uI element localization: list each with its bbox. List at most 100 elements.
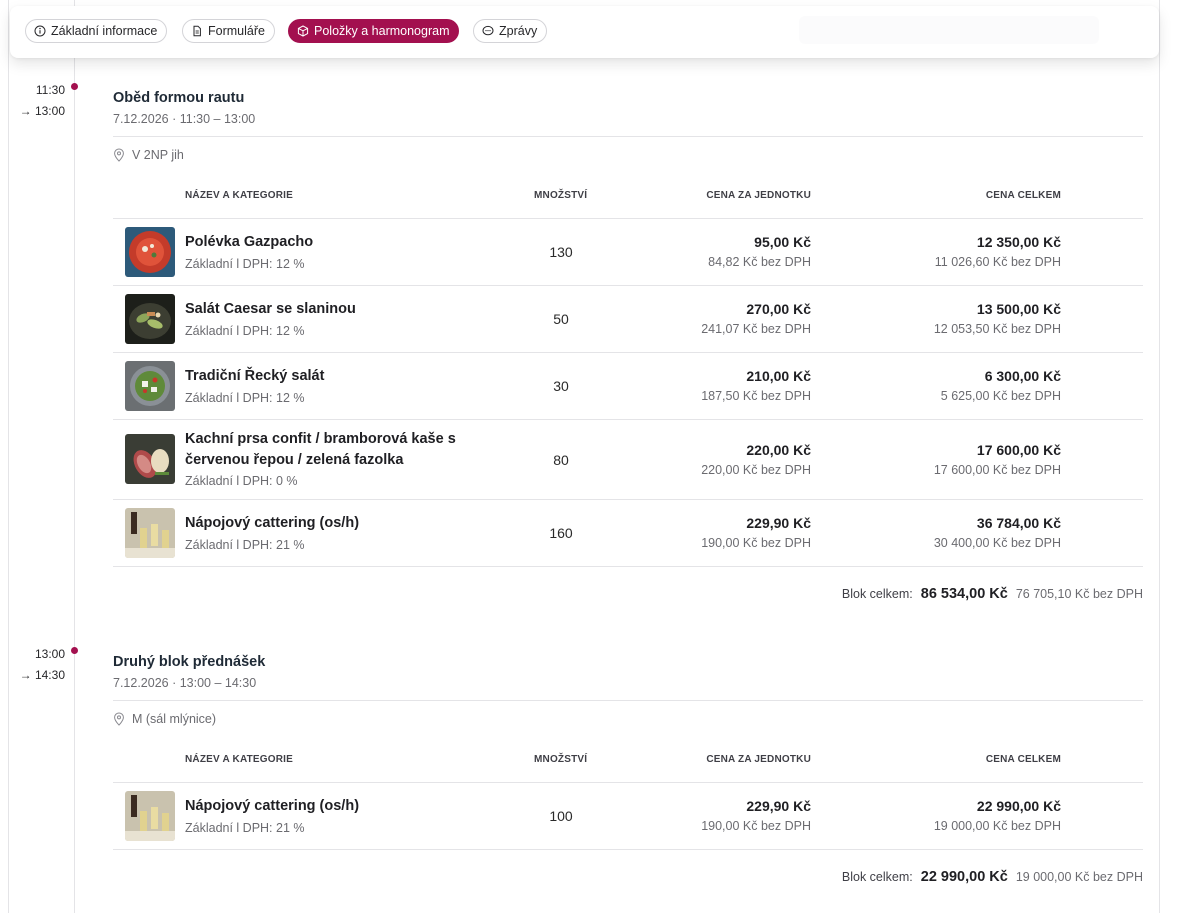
item-name: Kachní prsa confit / bramborová kaše s č…	[185, 431, 456, 468]
item-name: Salát Caesar se slaninou	[185, 301, 356, 317]
block-summary-label: Blok celkem:	[841, 587, 913, 601]
total-value: 36 784,00 Kč	[976, 515, 1061, 531]
tab-label: Položky a harmonogram	[314, 24, 450, 38]
timeline-dot	[71, 83, 78, 90]
block-title: Druhý blok přednášek	[113, 654, 266, 670]
item-total: 12 350,00 Kč 11 026,60 Kč bez DPH	[935, 234, 1061, 269]
tab-basic-info[interactable]: Základní informace	[25, 19, 168, 43]
block-time-end: → 14:30	[19, 668, 65, 682]
total-value: 22 990,00 Kč	[976, 798, 1061, 814]
item-name: Polévka Gazpacho	[185, 234, 314, 250]
table-row[interactable]: Nápojový cattering (os/h) Základní l DPH…	[113, 500, 1143, 567]
item-category: Základní l DPH: 12 %	[185, 324, 305, 338]
item-total: 36 784,00 Kč 30 400,00 Kč bez DPH	[934, 515, 1061, 550]
column-header-unit-price: CENA ZA JEDNOTKU	[706, 754, 811, 765]
item-qty: 50	[553, 311, 569, 327]
block-summary-label: Blok celkem:	[841, 870, 913, 884]
unit-price-value: 270,00 Kč	[746, 301, 811, 317]
table-row[interactable]: Kachní prsa confit / bramborová kaše s č…	[113, 420, 1143, 500]
block-summary-area: Blok celkem: 22 990,00 Kč 19 000,00 Kč b…	[113, 850, 1143, 906]
box-icon	[297, 25, 309, 37]
item-qty: 80	[553, 452, 569, 468]
total-net: 19 000,00 Kč bez DPH	[933, 819, 1061, 833]
tab-label: Formuláře	[208, 24, 265, 38]
timeline-dot	[71, 647, 78, 654]
table-row[interactable]: Salát Caesar se slaninou Základní l DPH:…	[113, 286, 1143, 353]
table-row[interactable]: Polévka Gazpacho Základní l DPH: 12 % 13…	[113, 219, 1143, 286]
total-value: 12 350,00 Kč	[976, 234, 1061, 250]
column-header-name: NÁZEV A KATEGORIE	[185, 190, 294, 201]
item-total: 17 600,00 Kč 17 600,00 Kč bez DPH	[934, 442, 1061, 477]
item-unit-price: 229,90 Kč 190,00 Kč bez DPH	[701, 515, 811, 550]
item-category: Základní l DPH: 12 %	[185, 391, 305, 405]
table-header: NÁZEV A KATEGORIE MNOŽSTVÍ CENA ZA JEDNO…	[113, 173, 1143, 219]
unit-price-net: 190,00 Kč bez DPH	[701, 819, 811, 833]
item-thumbnail	[125, 508, 175, 558]
location-label: M (sál mlýnice)	[132, 712, 217, 726]
tab-label: Zprávy	[499, 24, 538, 38]
block-summary-net: 19 000,00 Kč bez DPH	[1015, 870, 1143, 884]
schedule-block: Druhý blok přednášek 7.12.2026 · 13:00 –…	[113, 654, 1143, 906]
block-datetime: 7.12.2026 · 13:00 – 14:30	[113, 676, 257, 690]
table-row[interactable]: Tradiční Řecký salát Základní l DPH: 12 …	[113, 353, 1143, 420]
block-time-start: 11:30	[35, 83, 65, 97]
item-total: 22 990,00 Kč 19 000,00 Kč bez DPH	[934, 798, 1061, 833]
column-header-unit-price: CENA ZA JEDNOTKU	[706, 190, 811, 201]
item-unit-price: 95,00 Kč 84,82 Kč bez DPH	[708, 234, 811, 269]
schedule-block: Oběd formou rautu 7.12.2026 · 11:30 – 13…	[113, 90, 1143, 623]
column-header-total: CENA CELKEM	[985, 190, 1061, 201]
tab-items-schedule[interactable]: Položky a harmonogram	[288, 19, 460, 43]
unit-price-value: 95,00 Kč	[754, 234, 811, 250]
item-unit-price: 210,00 Kč 187,50 Kč bez DPH	[701, 368, 811, 403]
unit-price-net: 241,07 Kč bez DPH	[701, 322, 811, 336]
item-unit-price: 220,00 Kč 220,00 Kč bez DPH	[701, 442, 811, 477]
column-header-total: CENA CELKEM	[985, 754, 1061, 765]
item-category: Základní l DPH: 0 %	[185, 474, 298, 488]
item-total: 13 500,00 Kč 12 053,50 Kč bez DPH	[934, 301, 1061, 336]
block-time-end: → 13:00	[19, 104, 65, 118]
table-row[interactable]: Nápojový cattering (os/h) Základní l DPH…	[113, 783, 1143, 850]
column-header-qty: MNOŽSTVÍ	[534, 754, 588, 765]
item-category: Základní l DPH: 21 %	[185, 538, 305, 552]
document-icon	[191, 25, 203, 37]
total-net: 11 026,60 Kč bez DPH	[934, 255, 1061, 269]
item-unit-price: 270,00 Kč 241,07 Kč bez DPH	[701, 301, 811, 336]
total-value: 13 500,00 Kč	[976, 301, 1061, 317]
item-thumbnail	[125, 227, 175, 277]
table-header: NÁZEV A KATEGORIE MNOŽSTVÍ CENA ZA JEDNO…	[113, 737, 1143, 783]
total-net: 30 400,00 Kč bez DPH	[933, 536, 1061, 550]
total-net: 12 053,50 Kč bez DPH	[933, 322, 1061, 336]
item-category: Základní l DPH: 21 %	[185, 821, 305, 835]
column-header-name: NÁZEV A KATEGORIE	[185, 754, 294, 765]
unit-price-value: 220,00 Kč	[746, 442, 811, 458]
block-location: V 2NP jih	[113, 137, 1143, 173]
item-unit-price: 229,90 Kč 190,00 Kč bez DPH	[701, 798, 811, 833]
tab-bar: Základní informace Formuláře Položky a h…	[10, 6, 1159, 58]
block-location: M (sál mlýnice)	[113, 701, 1143, 737]
item-thumbnail	[125, 434, 175, 484]
item-qty: 160	[549, 525, 573, 541]
unit-price-net: 187,50 Kč bez DPH	[701, 389, 811, 403]
item-qty: 30	[553, 378, 569, 394]
unit-price-value: 229,90 Kč	[746, 515, 811, 531]
block-title: Oběd formou rautu	[113, 90, 245, 106]
timeline-rail	[74, 0, 75, 913]
item-name: Nápojový cattering (os/h)	[185, 798, 360, 814]
tab-bar-background-shape	[799, 16, 1099, 44]
item-qty: 130	[549, 244, 573, 260]
item-category: Základní l DPH: 12 %	[185, 257, 305, 271]
item-thumbnail	[125, 294, 175, 344]
item-name: Nápojový cattering (os/h)	[185, 515, 360, 531]
unit-price-net: 220,00 Kč bez DPH	[701, 463, 811, 477]
total-net: 17 600,00 Kč bez DPH	[933, 463, 1061, 477]
unit-price-net: 190,00 Kč bez DPH	[701, 536, 811, 550]
block-summary-area: Blok celkem: 86 534,00 Kč 76 705,10 Kč b…	[113, 567, 1143, 623]
item-thumbnail	[125, 361, 175, 411]
tab-label: Základní informace	[51, 24, 158, 38]
tab-forms[interactable]: Formuláře	[182, 19, 275, 43]
block-summary-total: 22 990,00 Kč	[920, 869, 1008, 885]
item-name: Tradiční Řecký salát	[185, 368, 325, 384]
location-pin-icon	[113, 712, 125, 726]
location-pin-icon	[113, 148, 125, 162]
tab-messages[interactable]: Zprávy	[473, 19, 548, 43]
